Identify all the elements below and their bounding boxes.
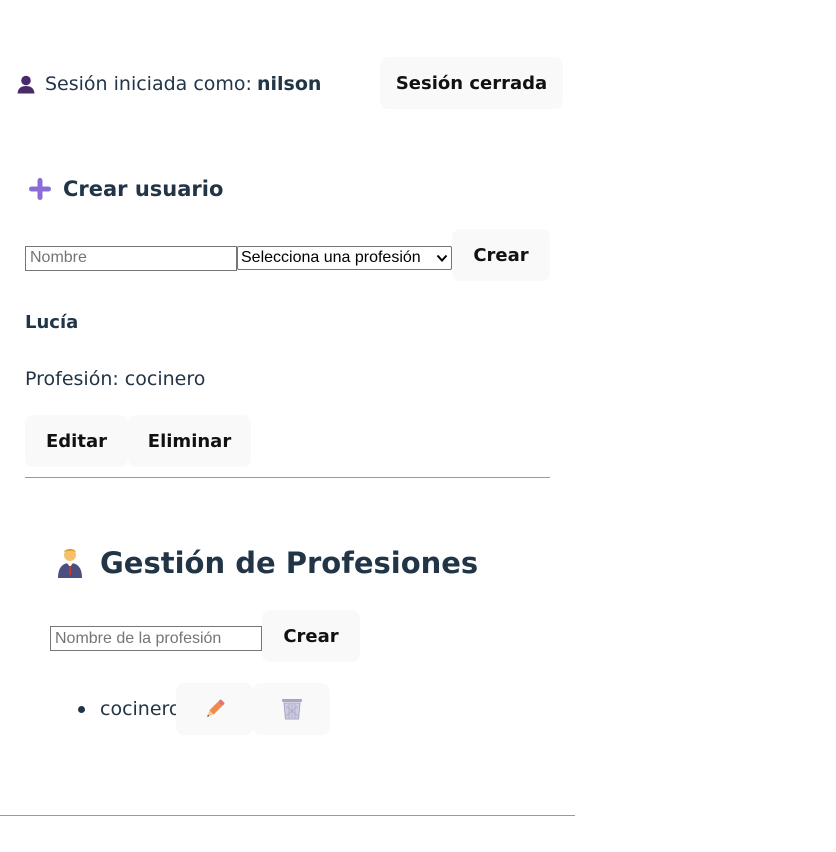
profession-select-value: Selecciona una profesión: [241, 249, 421, 266]
list-bullet: [78, 705, 85, 713]
professions-title: Gestión de Profesiones: [100, 546, 479, 580]
logout-button[interactable]: Sesión cerrada: [380, 57, 563, 109]
session-prefix: Sesión iniciada como:: [45, 73, 252, 95]
user-icon: [17, 75, 35, 94]
user-name-placeholder: Nombre: [30, 249, 87, 266]
user-name-input[interactable]: Nombre: [25, 245, 237, 271]
profession-select[interactable]: Selecciona una profesión: [237, 246, 452, 270]
create-user-button[interactable]: Crear: [452, 229, 550, 281]
profession-name-input[interactable]: Nombre de la profesión: [50, 626, 262, 651]
create-user-heading: Crear usuario: [27, 174, 223, 204]
delete-user-button[interactable]: Eliminar: [128, 415, 251, 467]
edit-profession-button[interactable]: [176, 683, 253, 735]
divider: [0, 815, 575, 816]
pencil-icon: [206, 699, 224, 717]
chevron-down-icon: [436, 254, 448, 262]
trash-icon: [281, 699, 302, 720]
divider: [25, 477, 550, 478]
edit-user-button[interactable]: Editar: [25, 415, 128, 467]
session-status: Sesión iniciada como: nilson: [16, 70, 321, 98]
professions-heading: Gestión de Profesiones: [56, 542, 478, 584]
page: Sesión iniciada como: nilson Sesión cerr…: [0, 0, 836, 852]
user-card-name: Lucía: [25, 312, 79, 333]
office-worker-icon: [58, 549, 82, 578]
user-card-profession: Profesión: cocinero: [25, 368, 206, 390]
session-username: nilson: [256, 73, 322, 95]
profession-name: cocinero: [100, 698, 181, 720]
create-profession-button[interactable]: Crear: [262, 610, 360, 662]
list-item: cocinero: [78, 683, 181, 735]
delete-profession-button[interactable]: [253, 683, 330, 735]
create-user-form: Nombre Selecciona una profesión: [25, 245, 452, 271]
profession-name-placeholder: Nombre de la profesión: [55, 629, 222, 647]
plus-icon: [29, 178, 51, 200]
create-user-title: Crear usuario: [63, 177, 224, 201]
